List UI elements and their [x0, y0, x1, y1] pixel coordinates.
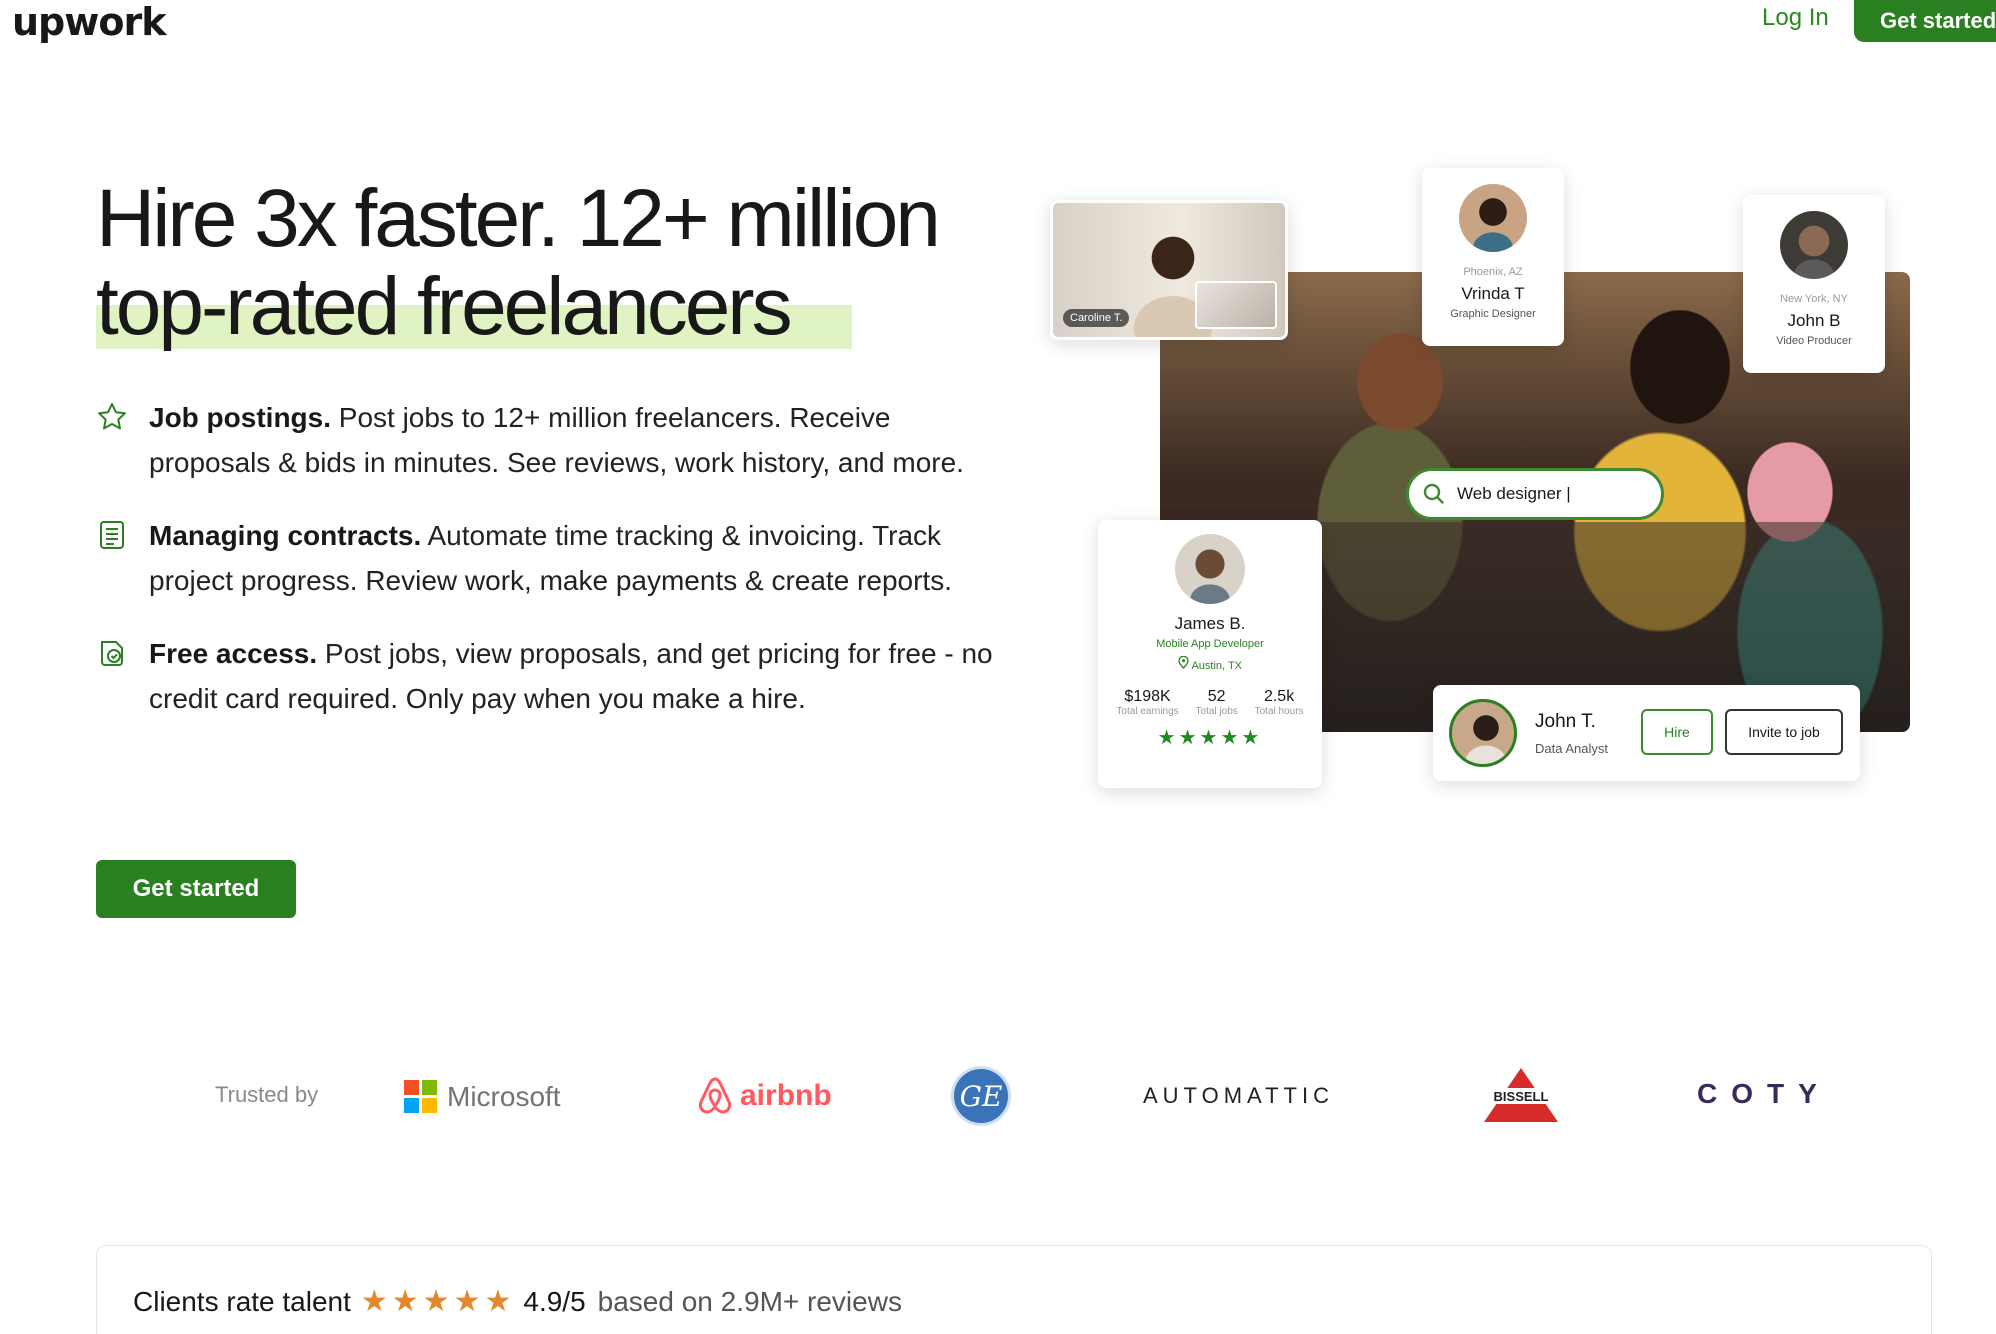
video-name-tag: Caroline T. — [1063, 309, 1130, 327]
microsoft-square — [404, 1080, 419, 1095]
microsoft-wordmark: Microsoft — [447, 1080, 561, 1112]
hire-card-johnt: John T. Data Analyst Hire Invite to job — [1433, 685, 1860, 781]
invite-to-job-button[interactable]: Invite to job — [1725, 709, 1843, 755]
profile-name: John B — [1787, 311, 1841, 330]
avatar — [1780, 211, 1848, 279]
profile-card-vrinda: Phoenix, AZ Vrinda T Graphic Designer — [1422, 168, 1564, 346]
rating-stars: ★★★★★ — [1157, 727, 1263, 749]
feature-title: Free access. — [149, 638, 318, 669]
rating-reviews: based on 2.9M+ reviews — [597, 1285, 902, 1317]
automattic-logo: AUTOMATTIC — [1143, 1083, 1334, 1108]
search-text: Web designer | — [1457, 484, 1571, 503]
stat-hours: 2.5k Total hours — [1255, 688, 1304, 717]
profile-location: New York, NY — [1780, 293, 1848, 305]
profile-role: Video Producer — [1776, 335, 1852, 347]
star-outline-icon — [98, 403, 126, 430]
stat-value: $198K — [1124, 688, 1171, 705]
rating-label: Clients rate talent — [133, 1285, 351, 1317]
airbnb-belo-icon — [698, 1077, 732, 1114]
profile-role: Graphic Designer — [1450, 308, 1536, 320]
airbnb-logo: airbnb — [696, 1076, 832, 1116]
microsoft-square — [404, 1098, 419, 1113]
client-rating: Clients rate talent ★★★★★ 4.9/5 based on… — [133, 1284, 902, 1319]
ge-monogram: GE — [959, 1079, 1003, 1113]
feature-title: Managing contracts. — [149, 520, 422, 551]
video-call-card: Caroline T. — [1050, 200, 1288, 340]
hero-title-line1: Hire 3x faster. 12+ million — [96, 173, 941, 264]
hero-title-line2: top-rated freelancers — [96, 261, 793, 352]
rating-score: 4.9/5 — [523, 1285, 586, 1317]
get-started-header-button[interactable]: Get started — [1854, 0, 1996, 42]
stat-jobs: 52 Total jobs — [1196, 688, 1238, 717]
stat-label: Total earnings — [1116, 706, 1179, 717]
document-list-icon — [100, 521, 124, 549]
avatar — [1175, 534, 1245, 604]
profile-location: Austin, TX — [1098, 655, 1322, 672]
feature-list: Job postings. Post jobs to 12+ million f… — [96, 395, 1006, 749]
rating-stars: ★★★★★ — [360, 1285, 516, 1318]
microsoft-grid-icon — [404, 1080, 437, 1113]
feature-free-access: Free access. Post jobs, view proposals, … — [96, 631, 1006, 721]
microsoft-square — [422, 1098, 437, 1113]
profile-location: Phoenix, AZ — [1463, 266, 1523, 278]
profile-role: Data Analyst — [1535, 741, 1608, 756]
airbnb-wordmark: airbnb — [740, 1079, 832, 1112]
microsoft-logo: Microsoft — [404, 1080, 561, 1113]
video-pip — [1195, 281, 1277, 329]
ge-logo: GE — [951, 1066, 1011, 1126]
profile-card-johnb: New York, NY John B Video Producer — [1743, 195, 1885, 373]
upwork-logo[interactable]: upwork — [12, 0, 166, 44]
hero-title: Hire 3x faster. 12+ million top-rated fr… — [96, 175, 996, 351]
stat-value: 52 — [1207, 688, 1226, 705]
microsoft-square — [422, 1080, 437, 1095]
location-text: Austin, TX — [1191, 660, 1242, 672]
profile-card-james: James B. Mobile App Developer Austin, TX… — [1098, 520, 1322, 788]
profile-role: Mobile App Developer — [1156, 638, 1264, 650]
search-icon — [1423, 483, 1444, 504]
location-pin-icon — [1178, 655, 1189, 669]
get-started-button[interactable]: Get started — [96, 860, 296, 918]
profile-stats: $198K Total earnings 52 Total jobs 2.5k Tot… — [1098, 688, 1322, 717]
profile-name: James B. — [1174, 614, 1246, 633]
stat-label: Total jobs — [1195, 706, 1238, 717]
stat-label: Total hours — [1254, 706, 1304, 717]
feature-title: Job postings. — [149, 402, 331, 433]
profile-name: Vrinda T — [1461, 284, 1525, 303]
bissell-wordmark: BISSELL — [1494, 1089, 1549, 1104]
stat-earnings: $198K Total earnings — [1116, 688, 1178, 717]
avatar — [1449, 699, 1517, 767]
bissell-logo: BISSELL — [1480, 1068, 1562, 1122]
feature-managing-contracts: Managing contracts. Automate time tracki… — [96, 513, 1006, 603]
coty-logo: COTY — [1697, 1078, 1831, 1109]
free-access-icon — [101, 641, 123, 666]
feature-job-postings: Job postings. Post jobs to 12+ million f… — [96, 395, 1006, 485]
freelancer-search-input[interactable]: Web designer | — [1406, 468, 1664, 520]
hire-button[interactable]: Hire — [1641, 709, 1713, 755]
avatar — [1459, 184, 1527, 252]
stat-value: 2.5k — [1263, 688, 1295, 705]
login-link[interactable]: Log In — [1762, 4, 1829, 32]
trusted-by-label: Trusted by — [215, 1082, 319, 1107]
profile-name: John T. — [1535, 711, 1596, 732]
